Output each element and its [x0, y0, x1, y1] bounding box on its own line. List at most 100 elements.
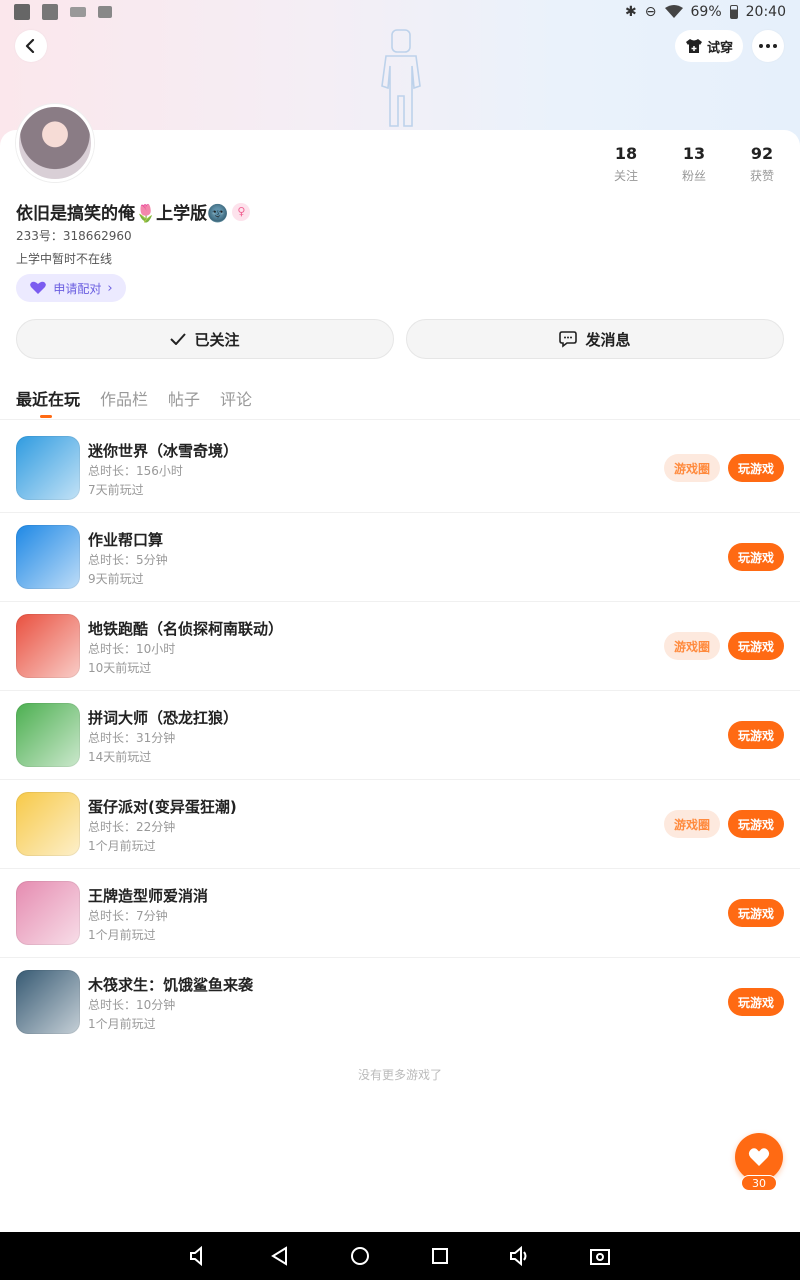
game-duration: 总时长：5分钟 — [88, 553, 168, 567]
battery-icon — [729, 5, 738, 19]
game-duration: 总时长：22分钟 — [88, 820, 176, 834]
pair-request-button[interactable]: 申请配对 › — [16, 274, 126, 302]
active-tab-indicator — [40, 415, 52, 418]
game-row[interactable]: 王牌造型师爱消消总时长：7分钟 1个月前玩过 玩游戏 — [0, 869, 800, 958]
game-name: 拼词大师（恐龙扛狼） — [88, 709, 239, 727]
game-row[interactable]: 拼词大师（恐龙扛狼） 总时长：31分钟 14天前玩过 玩游戏 — [0, 691, 800, 780]
volume-up-icon[interactable] — [506, 1242, 534, 1270]
stat-following[interactable]: 18 关注 — [596, 144, 656, 184]
game-last-played: 9天前玩过 — [88, 572, 144, 586]
game-duration: 总时长：156小时 — [88, 464, 183, 478]
like-button[interactable] — [735, 1133, 783, 1181]
tab-works[interactable]: 作品栏 — [100, 386, 148, 410]
app-notification-icon — [42, 4, 58, 20]
chat-bubble-icon — [559, 331, 578, 348]
game-duration: 总时长：10小时 — [88, 642, 176, 656]
username-text: 依旧是搞笑的俺🌷上学版🌚 — [16, 204, 229, 224]
notification-icon — [14, 4, 30, 20]
stat-followers-count: 13 — [682, 144, 706, 163]
game-last-played: 7天前玩过 — [88, 483, 144, 497]
eggy-party-icon[interactable] — [16, 792, 80, 856]
signature: 上学中暂时不在线 — [16, 252, 113, 266]
game-last-played: 14天前玩过 — [88, 750, 152, 764]
play-game-button[interactable]: 玩游戏 — [728, 543, 784, 571]
user-id: 233号：318662960 — [16, 229, 132, 243]
followed-label: 已关注 — [194, 330, 240, 349]
game-list: 迷你世界（冰雪奇境） 总时长：156小时 7天前玩过 游戏圈 玩游戏 作业帮口算 总时长：5… — [0, 424, 800, 1047]
screenshot-icon[interactable] — [586, 1242, 614, 1270]
pair-request-label: 申请配对 — [53, 281, 102, 296]
game-row[interactable]: 作业帮口算总时长：5分钟 9天前玩过 玩游戏 — [0, 513, 800, 602]
stat-likes[interactable]: 92 获赞 — [732, 144, 792, 184]
game-duration: 总时长：7分钟 — [88, 909, 168, 923]
avatar[interactable] — [16, 104, 94, 182]
game-circle-button[interactable]: 游戏圈 — [664, 454, 720, 482]
back-button[interactable] — [15, 30, 47, 62]
play-game-button[interactable]: 玩游戏 — [728, 454, 784, 482]
profile-tabs: 最近在玩 作品栏 帖子 评论 — [16, 386, 252, 410]
back-nav-icon[interactable] — [266, 1242, 294, 1270]
recents-nav-icon[interactable] — [426, 1242, 454, 1270]
game-circle-button[interactable]: 游戏圈 — [664, 810, 720, 838]
game-last-played: 1个月前玩过 — [88, 839, 156, 853]
do-not-disturb-icon: ⊖ — [644, 4, 657, 20]
send-message-label: 发消息 — [585, 330, 631, 349]
bluetooth-icon: ✱ — [625, 4, 637, 20]
stat-followers[interactable]: 13 粉丝 — [664, 144, 724, 184]
gender-badge-icon: ♀ — [232, 202, 251, 221]
tab-recent-play[interactable]: 最近在玩 — [16, 386, 80, 410]
game-row[interactable]: 地铁跑酷（名侦探柯南联动） 总时长：10小时 10天前玩过 游戏圈 玩游戏 — [0, 602, 800, 691]
stylist-icon[interactable] — [16, 881, 80, 945]
word-master-icon[interactable] — [16, 703, 80, 767]
more-dots-icon — [759, 44, 777, 48]
mini-world-icon[interactable] — [16, 436, 80, 500]
play-game-button[interactable]: 玩游戏 — [728, 899, 784, 927]
check-icon — [170, 333, 187, 345]
chevron-right-icon: › — [107, 280, 113, 296]
game-row[interactable]: 迷你世界（冰雪奇境） 总时长：156小时 7天前玩过 游戏圈 玩游戏 — [0, 424, 800, 513]
raft-survival-icon[interactable] — [16, 970, 80, 1034]
system-nav-bar — [0, 1232, 800, 1280]
home-nav-icon[interactable] — [346, 1242, 374, 1270]
kousuan-icon[interactable] — [16, 525, 80, 589]
avatar-figure-image — [381, 29, 421, 127]
game-name: 王牌造型师爱消消 — [88, 887, 209, 905]
try-on-label: 试穿 — [706, 40, 733, 56]
play-game-button[interactable]: 玩游戏 — [728, 988, 784, 1016]
volume-down-icon[interactable] — [186, 1242, 214, 1270]
game-name: 迷你世界（冰雪奇境） — [88, 442, 239, 460]
game-duration: 总时长：10分钟 — [88, 998, 176, 1012]
game-name: 木筏求生：饥饿鲨鱼来袭 — [88, 976, 254, 994]
play-game-button[interactable]: 玩游戏 — [728, 810, 784, 838]
clock: 20:40 — [745, 4, 786, 20]
game-name: 蛋仔派对(变异蛋狂潮) — [88, 798, 237, 816]
try-on-button[interactable]: 试穿 — [675, 30, 743, 62]
shirt-icon — [685, 39, 702, 53]
more-button[interactable] — [752, 30, 784, 62]
play-game-button[interactable]: 玩游戏 — [728, 721, 784, 749]
wifi-icon — [664, 5, 683, 18]
play-game-button[interactable]: 玩游戏 — [728, 632, 784, 660]
game-name: 作业帮口算 — [88, 531, 164, 549]
no-more-games: 没有更多游戏了 — [357, 1068, 442, 1082]
gps-notification-icon — [70, 7, 86, 17]
game-circle-button[interactable]: 游戏圈 — [664, 632, 720, 660]
stat-followers-label: 粉丝 — [681, 169, 706, 183]
battery-percent: 69% — [690, 4, 722, 20]
stat-following-count: 18 — [614, 144, 638, 163]
game-last-played: 1个月前玩过 — [88, 928, 156, 942]
subway-surfers-icon[interactable] — [16, 614, 80, 678]
send-message-button[interactable]: 发消息 — [406, 319, 784, 359]
tabs-divider — [0, 419, 800, 420]
status-bar: ✱ ⊖ 69% 20:40 — [0, 0, 800, 24]
heart-pair-icon — [30, 281, 47, 294]
game-row[interactable]: 木筏求生：饥饿鲨鱼来袭总时长：10分钟 1个月前玩过 玩游戏 — [0, 958, 800, 1047]
back-arrow-icon — [25, 39, 35, 53]
tab-posts[interactable]: 帖子 — [168, 386, 200, 410]
tab-comments[interactable]: 评论 — [220, 386, 252, 410]
stat-likes-label: 获赞 — [749, 169, 774, 183]
followed-button[interactable]: 已关注 — [16, 319, 394, 359]
game-last-played: 10天前玩过 — [88, 661, 152, 675]
game-row[interactable]: 蛋仔派对(变异蛋狂潮) 总时长：22分钟 1个月前玩过 游戏圈 玩游戏 — [0, 780, 800, 869]
game-last-played: 1个月前玩过 — [88, 1017, 156, 1031]
